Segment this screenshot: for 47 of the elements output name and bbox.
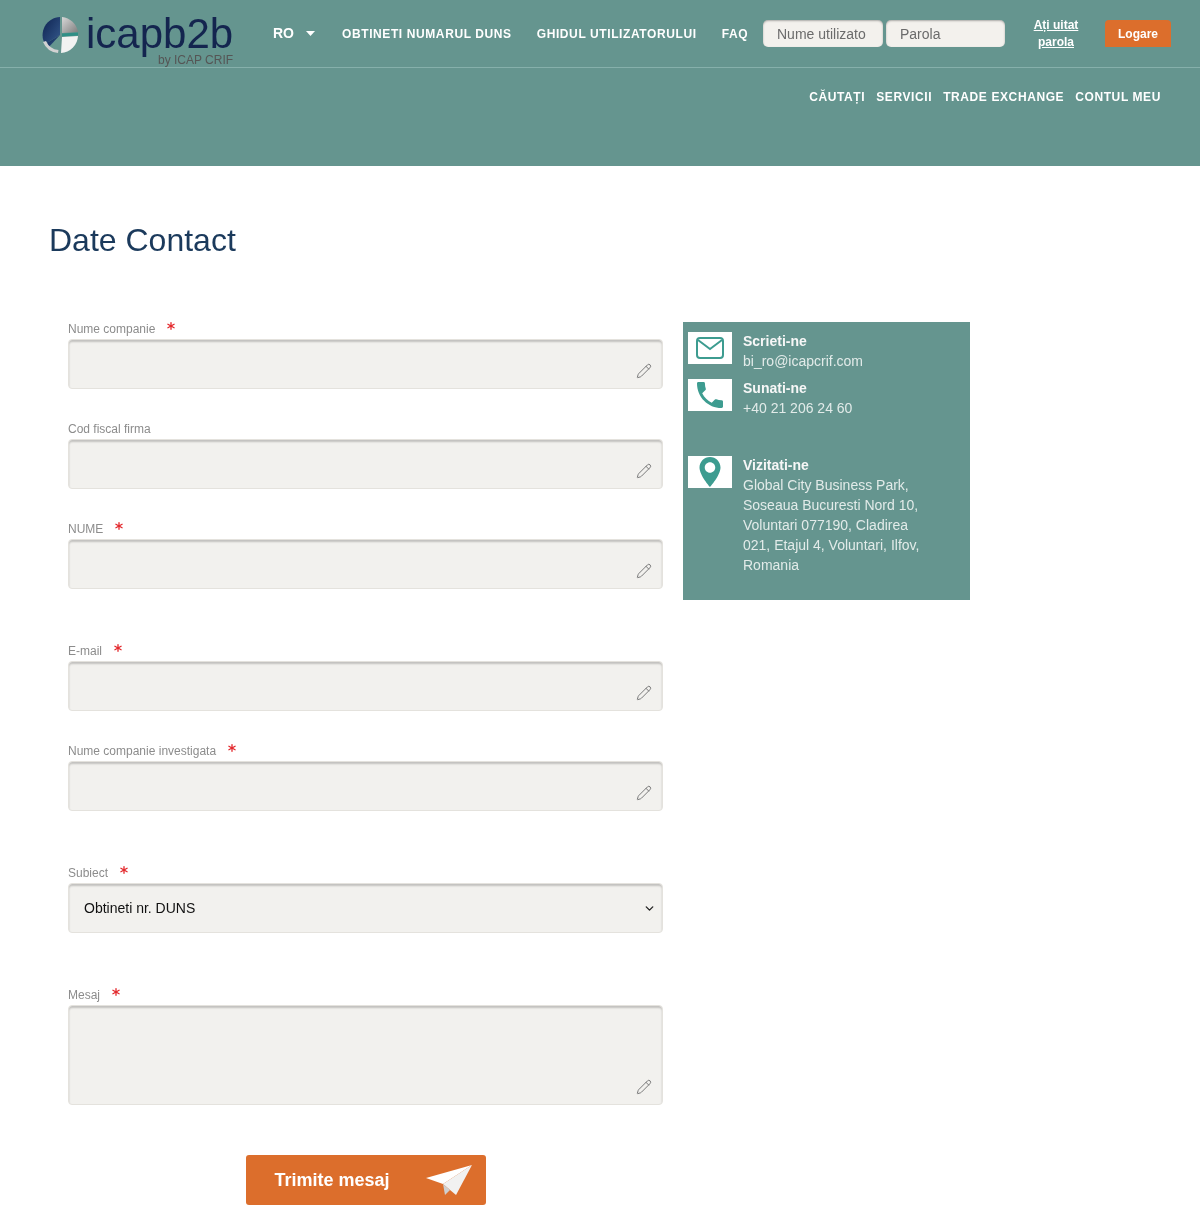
field-label: Nume companie investigata — [68, 743, 217, 759]
logo-icon — [40, 16, 80, 54]
pencil-icon — [636, 363, 652, 379]
text-input-field[interactable] — [68, 439, 663, 489]
text-input-field[interactable] — [68, 661, 663, 711]
field-label: NUME — [68, 521, 104, 537]
text-input-field[interactable] — [68, 761, 663, 811]
contact-detail: Global City Business Park, Soseaua Bucuresti Nord 10, Voluntari 077190, Cladirea 021, Etajul 4, Voluntari, Ilfov, Romania — [743, 476, 921, 575]
message-textarea[interactable] — [68, 1005, 663, 1105]
contact-title: Sunati-ne — [743, 379, 807, 398]
nav-link[interactable]: GHIDUL UTILIZATORULUI — [536, 24, 697, 43]
main-nav-link[interactable]: TRADE EXCHANGE — [943, 90, 1065, 104]
nav-link[interactable]: FAQ — [721, 24, 749, 43]
field-label: Nume companie — [68, 321, 156, 337]
pencil-icon — [636, 463, 652, 479]
phone-icon — [688, 379, 732, 411]
contact-title: Vizitati-ne — [743, 456, 809, 475]
language-dropdown[interactable]: RO — [273, 23, 315, 44]
main-nav-link[interactable]: SERVICII — [876, 90, 933, 104]
pencil-icon — [636, 1079, 652, 1095]
pencil-icon — [636, 785, 652, 801]
contact-title: Scrieti-ne — [743, 332, 807, 351]
caret-down-icon — [306, 31, 315, 36]
main-nav-link[interactable]: CONTUL MEU — [1075, 90, 1161, 104]
send-message-button[interactable]: Trimite mesaj — [245, 1155, 486, 1205]
pencil-icon — [636, 563, 652, 579]
forgot-password-link[interactable]: Ați uitat parola — [1027, 16, 1085, 51]
field-label: Subiect — [68, 865, 109, 881]
field-label: Mesaj — [68, 987, 100, 1003]
text-input-field[interactable] — [68, 539, 663, 589]
contact-detail: +40 21 206 24 60 — [743, 399, 854, 418]
text-input-field[interactable] — [68, 339, 663, 389]
username-field[interactable]: Nume utilizato — [763, 20, 883, 47]
page-title: Date Contact — [49, 221, 236, 260]
password-field[interactable]: Parola — [886, 20, 1005, 47]
main-nav-link[interactable]: CĂUTAȚI — [809, 90, 866, 104]
field-label: E-mail — [68, 643, 102, 659]
envelope-icon — [688, 332, 732, 364]
nav-link[interactable]: OBTINETI NUMARUL DUNS — [342, 24, 512, 43]
logo-tagline: by ICAP CRIF — [158, 54, 234, 67]
contact-detail: bi_ro@icapcrif.com — [743, 352, 865, 371]
subject-select[interactable]: Obtineti nr. DUNS — [68, 883, 663, 933]
pencil-icon — [636, 685, 652, 701]
paper-plane-icon — [425, 1164, 472, 1196]
map-pin-icon — [688, 456, 732, 488]
login-button[interactable]: Logare — [1105, 20, 1171, 47]
field-label: Cod fiscal firma — [68, 421, 151, 437]
